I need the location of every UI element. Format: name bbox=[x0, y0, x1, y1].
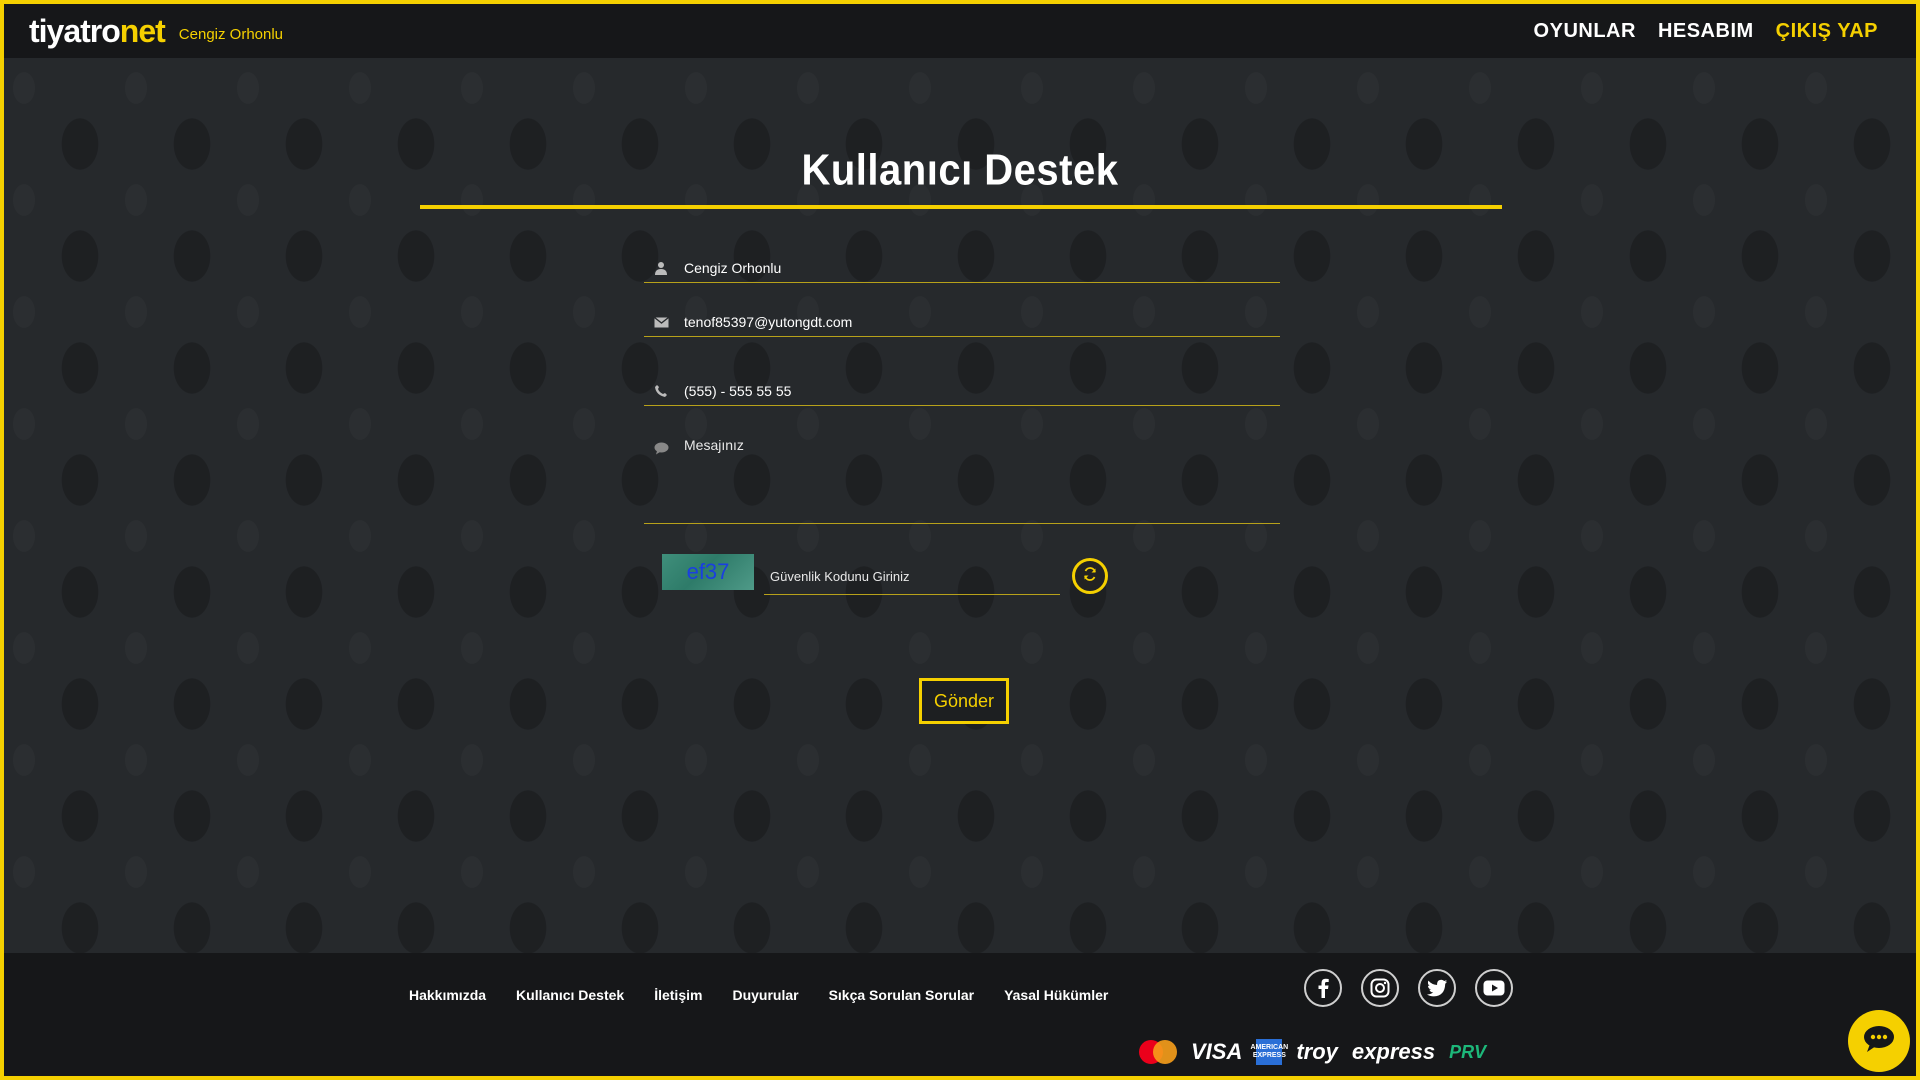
logo-text-yellow: net bbox=[119, 12, 166, 49]
amex-logo: AMERICAN EXPRESS bbox=[1251, 1039, 1288, 1065]
footer-link-faq[interactable]: Sıkça Sorulan Sorular bbox=[829, 987, 975, 1003]
troy-logo: troy bbox=[1296, 1039, 1338, 1064]
main-nav: OYUNLAR HESABIM ÇIKIŞ YAP bbox=[1534, 20, 1878, 43]
email-field bbox=[644, 308, 1280, 337]
chat-bubble-icon bbox=[1863, 1025, 1895, 1058]
name-field bbox=[644, 254, 1280, 283]
refresh-icon bbox=[1083, 566, 1097, 586]
mastercard-logo bbox=[1139, 1040, 1177, 1064]
footer-link-support[interactable]: Kullanıcı Destek bbox=[516, 987, 624, 1003]
name-input[interactable] bbox=[684, 260, 1280, 276]
captcha-image: ef37 bbox=[662, 554, 754, 590]
visa-logo: VISA bbox=[1191, 1039, 1243, 1064]
top-header: tiyatronet Cengiz Orhonlu OYUNLAR HESABI… bbox=[4, 4, 1916, 58]
captcha-refresh-button[interactable] bbox=[1072, 558, 1108, 594]
nav-oyunlar[interactable]: OYUNLAR bbox=[1534, 20, 1636, 43]
social-links bbox=[1304, 969, 1513, 1007]
captcha-input[interactable] bbox=[768, 567, 1052, 585]
facebook-icon[interactable] bbox=[1304, 969, 1342, 1007]
nav-logout[interactable]: ÇIKIŞ YAP bbox=[1776, 20, 1878, 43]
user-icon bbox=[652, 259, 670, 277]
current-user-name: Cengiz Orhonlu bbox=[178, 25, 284, 43]
chat-button[interactable] bbox=[1848, 1010, 1910, 1072]
envelope-icon bbox=[652, 313, 670, 331]
footer-link-about[interactable]: Hakkımızda bbox=[409, 987, 486, 1003]
email-input[interactable] bbox=[684, 314, 1280, 330]
phone-input[interactable] bbox=[684, 383, 1280, 399]
paypass-logo: PRV bbox=[1449, 1041, 1487, 1062]
message-textarea[interactable] bbox=[684, 437, 1280, 517]
logo[interactable]: tiyatronet bbox=[29, 12, 166, 50]
phone-field bbox=[644, 377, 1280, 406]
footer-links: Hakkımızda Kullanıcı Destek İletişim Duy… bbox=[409, 987, 1108, 1003]
instagram-icon[interactable] bbox=[1361, 969, 1399, 1007]
captcha-field bbox=[764, 558, 1060, 595]
page-title: Kullanıcı Destek bbox=[801, 145, 1119, 195]
express-logo: express bbox=[1351, 1039, 1436, 1064]
logo-text-white: tiyatro bbox=[29, 12, 121, 49]
youtube-icon[interactable] bbox=[1475, 969, 1513, 1007]
twitter-icon[interactable] bbox=[1418, 969, 1456, 1007]
footer-link-announcements[interactable]: Duyurular bbox=[732, 987, 798, 1003]
title-underline bbox=[420, 205, 1502, 209]
footer-link-legal[interactable]: Yasal Hükümler bbox=[1004, 987, 1108, 1003]
submit-button[interactable]: Gönder bbox=[919, 678, 1009, 724]
phone-icon bbox=[652, 382, 670, 400]
footer-link-contact[interactable]: İletişim bbox=[654, 987, 702, 1003]
speech-bubble-icon bbox=[652, 439, 670, 457]
captcha-code: ef37 bbox=[686, 559, 730, 584]
footer: Hakkımızda Kullanıcı Destek İletişim Duy… bbox=[4, 953, 1916, 1076]
nav-hesabim[interactable]: HESABIM bbox=[1658, 20, 1754, 43]
payment-logos: VISA AMERICAN EXPRESS troy express PRV bbox=[1139, 1039, 1486, 1065]
message-field bbox=[644, 433, 1280, 524]
main-content: Kullanıcı Destek ef bbox=[4, 58, 1916, 953]
